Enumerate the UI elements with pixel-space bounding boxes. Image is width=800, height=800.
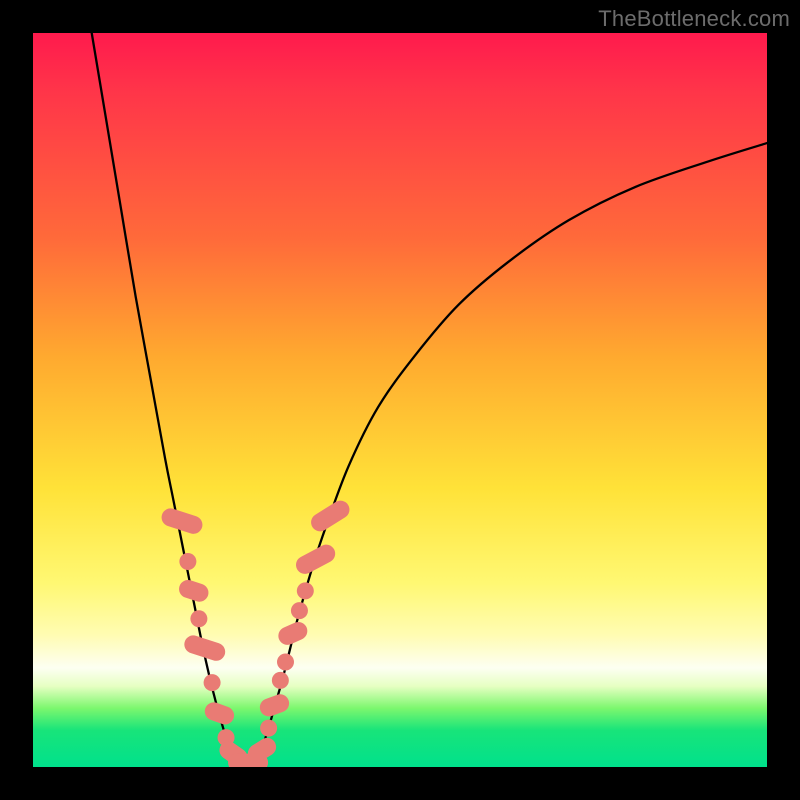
marker-point-15 xyxy=(275,619,310,648)
marker-point-12 xyxy=(257,692,291,719)
marker-point-19 xyxy=(308,497,353,535)
marker-point-0 xyxy=(159,506,205,536)
marker-point-2 xyxy=(177,578,211,604)
marker-points xyxy=(159,497,353,767)
series-curves xyxy=(92,33,767,763)
marker-point-16 xyxy=(291,602,308,619)
marker-point-11 xyxy=(260,720,277,737)
marker-point-18 xyxy=(293,541,339,577)
marker-point-14 xyxy=(277,654,294,671)
outer-frame: TheBottleneck.com xyxy=(0,0,800,800)
marker-point-5 xyxy=(204,674,221,691)
watermark-text: TheBottleneck.com xyxy=(598,6,790,32)
curve-layer xyxy=(33,33,767,767)
marker-point-6 xyxy=(202,700,236,727)
plot-area xyxy=(33,33,767,767)
series-right-branch xyxy=(261,143,767,752)
marker-point-13 xyxy=(272,672,289,689)
marker-point-17 xyxy=(297,582,314,599)
marker-point-1 xyxy=(179,553,196,570)
marker-point-3 xyxy=(190,610,207,627)
